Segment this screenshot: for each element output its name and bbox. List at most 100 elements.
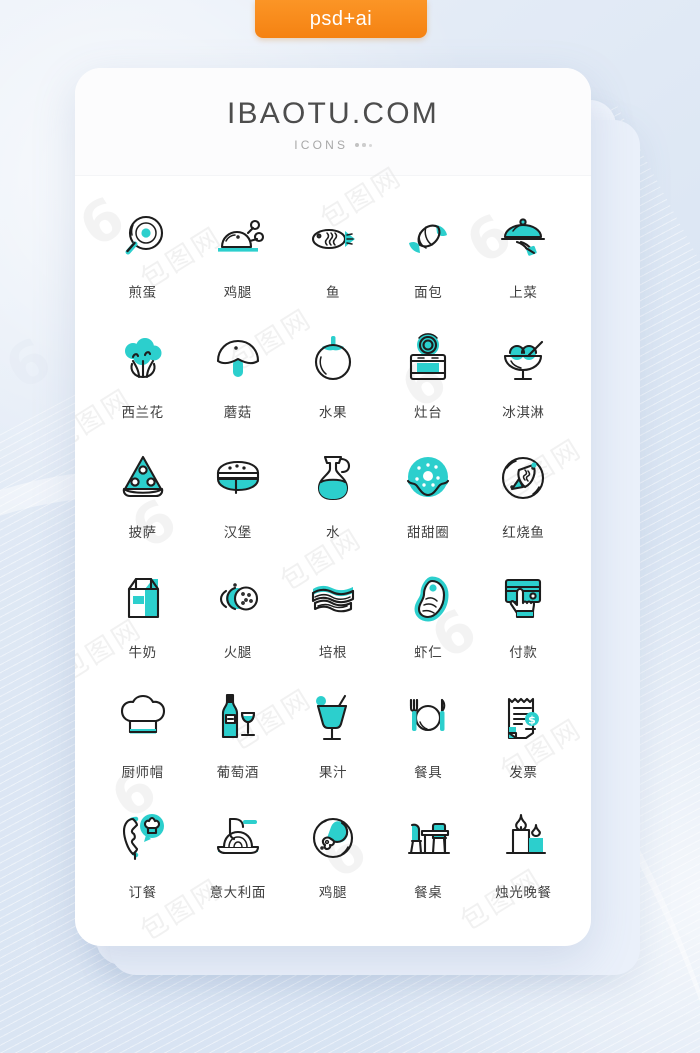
icon-label: 西兰花 xyxy=(121,405,164,421)
icon-label: 鸡腿 xyxy=(223,285,252,301)
icon-cell[interactable]: 汉堡 xyxy=(190,448,285,568)
format-badge: psd+ai xyxy=(255,0,427,38)
icon-label: 灶台 xyxy=(414,405,443,421)
card-header: IBAOTU.COM ICONS xyxy=(75,68,591,175)
icon-label: 水 xyxy=(325,525,341,541)
shrimp-icon xyxy=(397,568,459,630)
icon-cell[interactable]: 披萨 xyxy=(95,448,190,568)
icon-cell[interactable]: 上菜 xyxy=(476,208,571,328)
icon-label: 红烧鱼 xyxy=(502,525,545,541)
icon-label: 付款 xyxy=(509,645,538,661)
subtitle-dots-icon xyxy=(355,143,372,147)
icon-label: 甜甜圈 xyxy=(407,525,450,541)
order-by-phone-icon xyxy=(112,808,174,870)
icon-label: 葡萄酒 xyxy=(216,765,259,781)
icon-cell[interactable]: 鸡腿 xyxy=(285,808,380,928)
icon-cell[interactable]: 蘑菇 xyxy=(190,328,285,448)
icon-label: 面包 xyxy=(414,285,443,301)
milk-carton-icon xyxy=(112,568,174,630)
ice-cream-icon xyxy=(492,328,554,390)
icon-cell[interactable]: 火腿 xyxy=(190,568,285,688)
icon-label: 烛光晚餐 xyxy=(495,885,552,901)
card-payment-icon xyxy=(492,568,554,630)
chicken-leg-plate-icon xyxy=(302,808,364,870)
icon-cell[interactable]: 烛光晚餐 xyxy=(476,808,571,928)
icon-cell[interactable]: 鸡腿 xyxy=(190,208,285,328)
icon-cell[interactable]: 牛奶 xyxy=(95,568,190,688)
fish-icon xyxy=(302,208,364,270)
icon-cell[interactable]: 灶台 xyxy=(381,328,476,448)
icon-cell[interactable]: $ 发票 xyxy=(476,688,571,808)
background-watermark-logo: 6 xyxy=(0,324,63,404)
svg-text:$: $ xyxy=(529,714,537,727)
icon-cell[interactable]: 甜甜圈 xyxy=(381,448,476,568)
icon-label: 火腿 xyxy=(223,645,252,661)
serving-dish-icon xyxy=(492,208,554,270)
icon-label: 蘑菇 xyxy=(223,405,252,421)
mushroom-icon xyxy=(207,328,269,390)
icon-cell[interactable]: 餐具 xyxy=(381,688,476,808)
icon-cell[interactable]: 面包 xyxy=(381,208,476,328)
stove-icon xyxy=(397,328,459,390)
icon-cell[interactable]: 虾仁 xyxy=(381,568,476,688)
icon-label: 鸡腿 xyxy=(318,885,348,901)
icon-label: 厨师帽 xyxy=(121,765,164,781)
icon-label: 虾仁 xyxy=(414,645,443,661)
pizza-icon xyxy=(112,448,174,510)
icon-cell[interactable]: 红烧鱼 xyxy=(476,448,571,568)
icon-label: 培根 xyxy=(318,645,348,661)
icon-label: 鱼 xyxy=(325,285,341,301)
ham-icon xyxy=(207,568,269,630)
invoice-icon: $ xyxy=(492,688,554,750)
icon-cell[interactable]: 西兰花 xyxy=(95,328,190,448)
icon-cell[interactable]: 意大利面 xyxy=(190,808,285,928)
candlelight-dinner-icon xyxy=(492,808,554,870)
broccoli-icon xyxy=(112,328,174,390)
icon-cell[interactable]: 鱼 xyxy=(285,208,380,328)
icon-cell[interactable]: 厨师帽 xyxy=(95,688,190,808)
icon-grid: 煎蛋 鸡腿 鱼 面包 上菜 西兰花 蘑菇 水果 灶台 冰淇淋 披萨 汉堡 水 甜… xyxy=(75,176,591,928)
icon-label: 发票 xyxy=(509,765,538,781)
hamburger-icon xyxy=(207,448,269,510)
pasta-icon xyxy=(207,808,269,870)
page-subtitle-row: ICONS xyxy=(294,138,372,152)
juice-glass-icon xyxy=(302,688,364,750)
icon-cell[interactable]: 煎蛋 xyxy=(95,208,190,328)
icon-set-card: IBAOTU.COM ICONS 6 包图网 包图网 6 包图网 包图网 6 包… xyxy=(75,68,591,946)
icon-cell[interactable]: 付款 xyxy=(476,568,571,688)
chef-hat-icon xyxy=(112,688,174,750)
icon-label: 披萨 xyxy=(128,525,157,541)
fried-egg-icon xyxy=(112,208,174,270)
icon-cell[interactable]: 餐桌 xyxy=(381,808,476,928)
page-title: IBAOTU.COM xyxy=(226,97,439,130)
bacon-icon xyxy=(302,568,364,630)
fruit-tomato-icon xyxy=(302,328,364,390)
icon-label: 订餐 xyxy=(128,885,157,901)
icon-label: 上菜 xyxy=(509,285,538,301)
icon-cell[interactable]: 水 xyxy=(285,448,380,568)
icon-label: 冰淇淋 xyxy=(502,405,545,421)
croissant-bread-icon xyxy=(397,208,459,270)
dining-table-icon xyxy=(397,808,459,870)
icon-label: 餐桌 xyxy=(414,885,443,901)
icon-cell[interactable]: 订餐 xyxy=(95,808,190,928)
page-canvas: 6 6 psd+ai IBAOTU.COM ICONS 6 包图网 包图网 6 … xyxy=(0,0,700,1053)
icon-cell[interactable]: 果汁 xyxy=(285,688,380,808)
icon-cell[interactable]: 冰淇淋 xyxy=(476,328,571,448)
icon-label: 牛奶 xyxy=(128,645,157,661)
icon-cell[interactable]: 培根 xyxy=(285,568,380,688)
wine-bottle-glass-icon xyxy=(207,688,269,750)
braised-fish-icon xyxy=(492,448,554,510)
icon-cell[interactable]: 水果 xyxy=(285,328,380,448)
tableware-icon xyxy=(397,688,459,750)
icon-label: 意大利面 xyxy=(209,885,266,901)
roast-chicken-icon xyxy=(207,208,269,270)
icon-label: 水果 xyxy=(318,405,348,421)
water-jug-icon xyxy=(302,448,364,510)
icon-label: 煎蛋 xyxy=(128,285,157,301)
icon-label: 果汁 xyxy=(318,765,348,781)
page-subtitle: ICONS xyxy=(294,138,349,152)
icon-label: 汉堡 xyxy=(223,525,252,541)
icon-cell[interactable]: 葡萄酒 xyxy=(190,688,285,808)
icon-label: 餐具 xyxy=(414,765,443,781)
